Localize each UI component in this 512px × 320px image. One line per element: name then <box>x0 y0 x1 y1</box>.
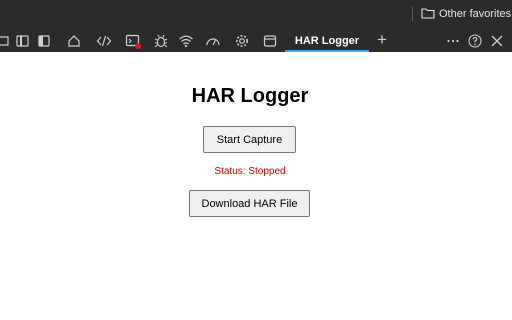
dock-icon[interactable] <box>14 32 32 50</box>
devtools-toolbar: HAR Logger + <box>0 29 512 52</box>
elements-code-icon[interactable] <box>95 32 113 50</box>
start-capture-button[interactable]: Start Capture <box>203 126 296 153</box>
sidebar-icon[interactable] <box>35 32 53 50</box>
har-logger-panel: HAR Logger Start Capture Status: Stopped… <box>0 53 512 320</box>
performance-gauge-icon[interactable] <box>204 32 222 50</box>
tab-har-logger[interactable]: HAR Logger <box>285 29 369 52</box>
more-options-icon[interactable] <box>444 32 462 50</box>
network-wifi-icon[interactable] <box>177 32 195 50</box>
download-har-button[interactable]: Download HAR File <box>189 190 310 217</box>
help-icon[interactable] <box>466 32 484 50</box>
device-emulation-icon[interactable] <box>0 32 12 50</box>
welcome-home-icon[interactable] <box>65 32 83 50</box>
favorites-separator <box>412 7 413 21</box>
favorites-bar: Other favorites <box>0 0 512 30</box>
console-icon[interactable] <box>124 32 142 50</box>
folder-icon <box>421 7 435 22</box>
page-title: HAR Logger <box>191 85 309 107</box>
debugger-bug-icon[interactable] <box>152 32 170 50</box>
tab-har-logger-label: HAR Logger <box>294 34 360 47</box>
plus-icon: + <box>377 30 387 49</box>
close-icon[interactable] <box>488 32 506 50</box>
status-text: Status: Stopped <box>214 166 286 177</box>
add-tab-button[interactable]: + <box>373 31 391 49</box>
settings-gear-icon[interactable] <box>233 32 251 50</box>
application-panel-icon[interactable] <box>261 32 279 50</box>
other-favorites-label: Other favorites <box>439 8 512 20</box>
other-favorites-button[interactable]: Other favorites <box>421 5 511 23</box>
